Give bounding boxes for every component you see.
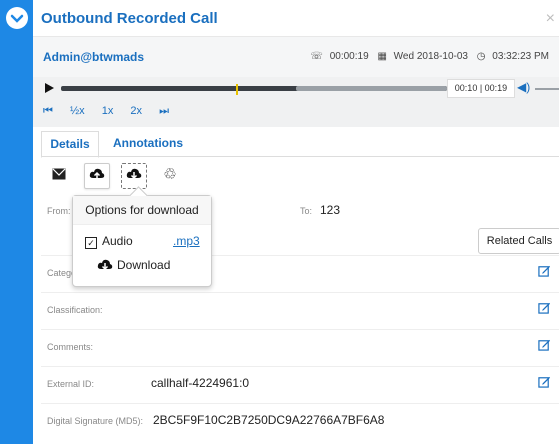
skip-forward-icon[interactable]: ⏭	[159, 105, 169, 118]
close-icon[interactable]: ×	[546, 10, 555, 28]
to-value: 123	[320, 203, 341, 217]
speed-half-button[interactable]: ½x	[70, 105, 85, 117]
audio-player: 00:10 | 00:19 ◀) ⏮ ½x 1x 2x ⏭	[33, 77, 559, 127]
comments-row: Comments:	[41, 330, 559, 367]
calendar-icon: ▦	[377, 51, 387, 62]
edit-icon[interactable]	[538, 264, 551, 277]
to-label: To:	[300, 206, 313, 216]
app-logo	[6, 7, 28, 29]
email-icon[interactable]	[47, 163, 71, 187]
related-calls-button[interactable]: Related Calls	[478, 228, 559, 254]
tab-annotations[interactable]: Annotations	[113, 131, 193, 156]
cloud-upload-icon[interactable]	[84, 163, 110, 189]
audio-label: Audio	[102, 234, 133, 248]
seek-bar[interactable]	[61, 84, 447, 95]
call-time: 03:32:23 PM	[492, 51, 549, 62]
play-icon[interactable]	[45, 83, 54, 93]
seek-bar-remaining	[296, 86, 447, 91]
call-duration: 00:00:19	[329, 51, 369, 62]
call-info-bar: Admin@btwmads ☏ 00:00:19 ▦ Wed 2018-10-0…	[33, 37, 559, 77]
user-name: Admin@btwmads	[43, 50, 145, 64]
popover-title: Options for download	[73, 196, 211, 225]
speed-controls: ⏮ ½x 1x 2x ⏭	[43, 105, 183, 118]
checkbox-checked-icon[interactable]: ✓	[85, 237, 97, 249]
signature-label: Digital Signature (MD5):	[47, 416, 144, 426]
external-id-label: External ID:	[47, 379, 95, 389]
cloud-download-icon	[97, 259, 113, 271]
classification-label: Classification:	[47, 305, 103, 315]
speed-2x-button[interactable]: 2x	[130, 105, 142, 117]
classification-row: Classification:	[41, 293, 559, 330]
signature-value: 2BC5F9F10C2B7250DC9A22766A7BF6A8	[153, 413, 385, 427]
audio-checkbox[interactable]: ✓ Audio	[85, 234, 133, 249]
call-meta: ☏ 00:00:19 ▦ Wed 2018-10-03 ◷ 03:32:23 P…	[306, 51, 549, 62]
phone-icon: ☏	[310, 51, 323, 62]
external-id-row: External ID: callhalf-4224961:0	[41, 367, 559, 404]
skip-back-icon[interactable]: ⏮	[43, 105, 53, 118]
edit-icon[interactable]	[538, 375, 551, 388]
window-title: Outbound Recorded Call	[41, 10, 218, 27]
annotation-marker[interactable]	[236, 84, 238, 95]
download-options-popover: Options for download ✓ Audio .mp3 Downloa…	[72, 186, 212, 287]
tab-divider	[41, 156, 559, 157]
time-display: 00:10 | 00:19	[447, 79, 515, 98]
edit-icon[interactable]	[538, 338, 551, 351]
window-header: Outbound Recorded Call ×	[33, 0, 559, 37]
comments-label: Comments:	[47, 342, 94, 352]
tab-details[interactable]: Details	[41, 131, 99, 158]
volume-icon[interactable]: ◀)	[517, 80, 530, 94]
call-date: Wed 2018-10-03	[393, 51, 468, 62]
download-label: Download	[117, 258, 171, 272]
edit-icon[interactable]	[538, 301, 551, 314]
recycle-icon[interactable]: ♲	[158, 163, 182, 187]
external-id-value: callhalf-4224961:0	[151, 376, 250, 390]
volume-slider[interactable]	[535, 88, 559, 90]
from-label: From:	[47, 206, 71, 216]
clock-icon: ◷	[476, 51, 486, 62]
speed-1x-button[interactable]: 1x	[102, 105, 114, 117]
download-button[interactable]: Download	[97, 258, 170, 272]
cloud-download-icon[interactable]	[121, 163, 147, 189]
left-sidebar	[0, 0, 33, 444]
audio-format-link[interactable]: .mp3	[173, 234, 200, 248]
signature-row: Digital Signature (MD5): 2BC5F9F10C2B725…	[41, 404, 559, 440]
